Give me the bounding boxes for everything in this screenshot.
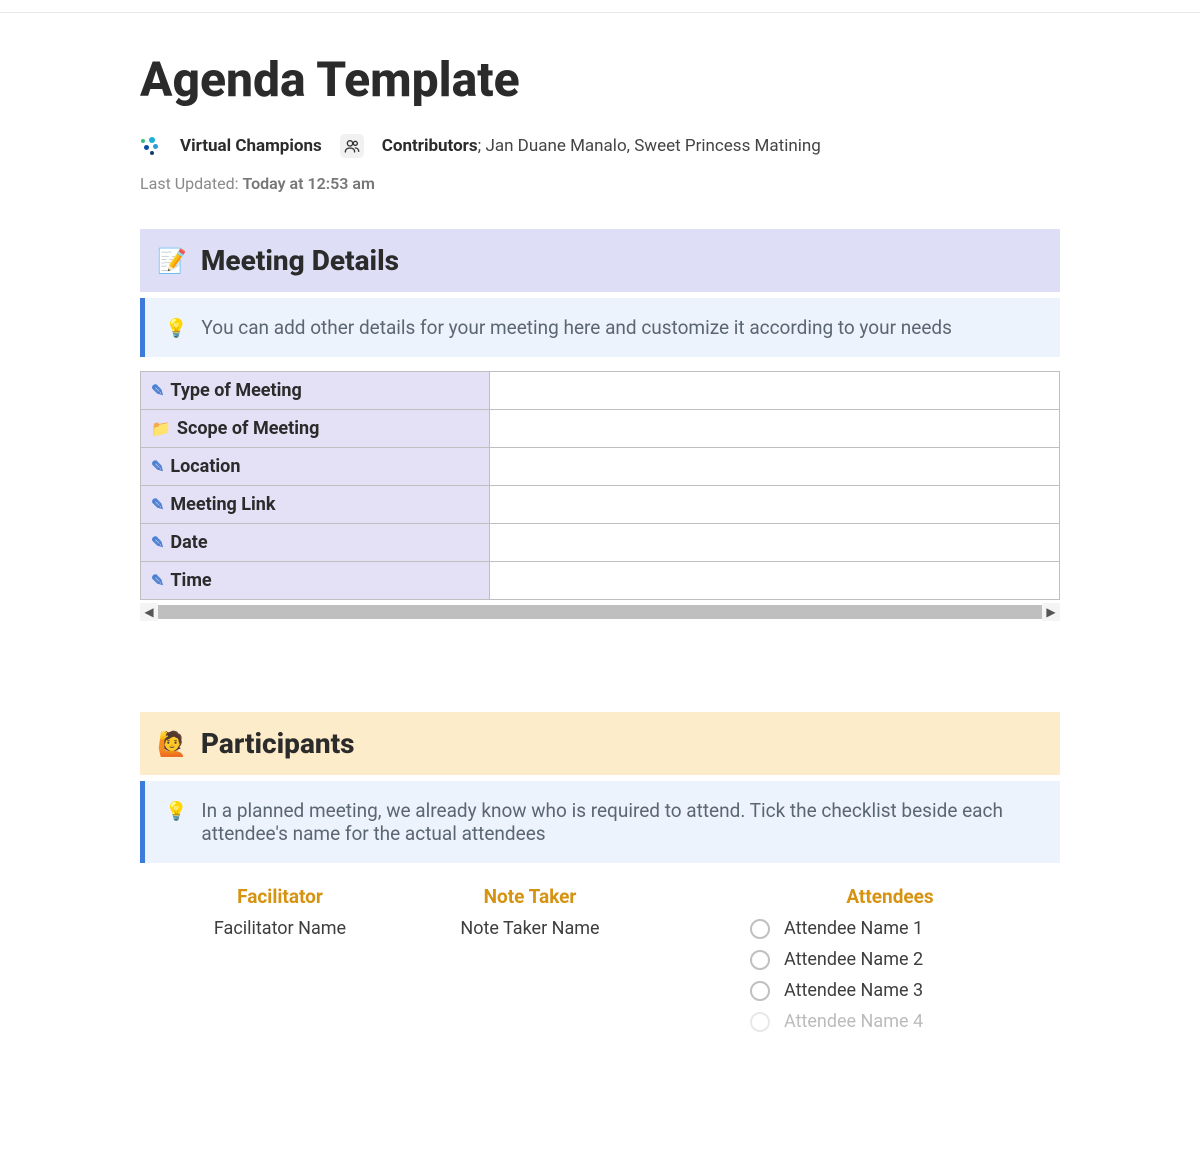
attendee-item: Attendee Name 1 <box>750 918 1030 939</box>
table-row: ✎Date <box>141 524 1060 562</box>
row-meeting-link-value[interactable] <box>490 486 1060 524</box>
lightbulb-icon: 💡 <box>165 801 187 822</box>
pencil-icon: ✎ <box>151 457 164 476</box>
pencil-icon: ✎ <box>151 381 164 400</box>
facilitator-label: Facilitator <box>170 885 390 908</box>
meeting-details-header: 📝 Meeting Details <box>140 229 1060 292</box>
attendee-name[interactable]: Attendee Name 1 <box>784 918 923 939</box>
attendee-list: Attendee Name 1 Attendee Name 2 Attendee… <box>750 918 1030 1032</box>
meeting-details-callout-text: You can add other details for your meeti… <box>201 316 952 339</box>
attendees-column: Attendees Attendee Name 1 Attendee Name … <box>670 885 1030 1032</box>
page-title: Agenda Template <box>140 51 1060 108</box>
last-updated-label: Last Updated: <box>140 174 238 193</box>
contributors-icon <box>340 134 364 158</box>
row-time-value[interactable] <box>490 562 1060 600</box>
raising-hand-icon: 🙋 <box>157 730 187 758</box>
notepad-icon: 📝 <box>157 247 187 275</box>
lightbulb-icon: 💡 <box>165 318 187 339</box>
row-time-label[interactable]: ✎Time <box>141 562 490 600</box>
attendee-name[interactable]: Attendee Name 2 <box>784 949 923 970</box>
row-date-value[interactable] <box>490 524 1060 562</box>
bottom-cutoff <box>140 1032 1060 1040</box>
meeting-details-callout[interactable]: 💡 You can add other details for your mee… <box>140 298 1060 357</box>
table-row: ✎Meeting Link <box>141 486 1060 524</box>
notetaker-label: Note Taker <box>420 885 640 908</box>
page-container: Agenda Template Virtual Champions Contri… <box>120 51 1080 1040</box>
table-row: ✎Time <box>141 562 1060 600</box>
attendees-label: Attendees <box>750 885 1030 908</box>
attendee-checkbox[interactable] <box>750 981 770 1001</box>
table-row: ✎Location <box>141 448 1060 486</box>
attendee-item: Attendee Name 2 <box>750 949 1030 970</box>
team-logo-icon <box>140 135 162 157</box>
participants-callout[interactable]: 💡 In a planned meeting, we already know … <box>140 781 1060 863</box>
meeting-details-table: ✎Type of Meeting 📁Scope of Meeting ✎Loca… <box>140 371 1060 600</box>
participants-header: 🙋 Participants <box>140 712 1060 775</box>
attendee-item: Attendee Name 3 <box>750 980 1030 1001</box>
table-row: 📁Scope of Meeting <box>141 410 1060 448</box>
attendee-name[interactable]: Attendee Name 4 <box>784 1011 923 1032</box>
participants-callout-text: In a planned meeting, we already know wh… <box>201 799 1040 845</box>
attendee-checkbox[interactable] <box>750 950 770 970</box>
row-meeting-link-label[interactable]: ✎Meeting Link <box>141 486 490 524</box>
team-name[interactable]: Virtual Champions <box>180 136 322 156</box>
row-type-of-meeting-value[interactable] <box>490 372 1060 410</box>
top-divider <box>0 12 1200 13</box>
attendee-name[interactable]: Attendee Name 3 <box>784 980 923 1001</box>
scroll-thumb[interactable] <box>158 605 1042 619</box>
attendee-checkbox[interactable] <box>750 919 770 939</box>
row-date-label[interactable]: ✎Date <box>141 524 490 562</box>
pencil-icon: ✎ <box>151 495 164 514</box>
row-scope-of-meeting-value[interactable] <box>490 410 1060 448</box>
folder-icon: 📁 <box>151 419 171 438</box>
scroll-right-icon[interactable]: ▶ <box>1042 603 1060 621</box>
section-gap <box>140 622 1060 712</box>
last-updated: Last Updated: Today at 12:53 am <box>140 174 1060 193</box>
facilitator-column: Facilitator Facilitator Name <box>170 885 390 1032</box>
table-row: ✎Type of Meeting <box>141 372 1060 410</box>
notetaker-column: Note Taker Note Taker Name <box>420 885 640 1032</box>
horizontal-scrollbar[interactable]: ◀ ▶ <box>140 602 1060 622</box>
contributors-name-list: Jan Duane Manalo, Sweet Princess Matinin… <box>485 136 820 156</box>
contributors-block[interactable]: Contributors; Jan Duane Manalo, Sweet Pr… <box>382 136 821 156</box>
last-updated-value: Today at 12:53 am <box>242 174 374 193</box>
scroll-left-icon[interactable]: ◀ <box>140 603 158 621</box>
notetaker-name[interactable]: Note Taker Name <box>420 918 640 939</box>
participants-grid: Facilitator Facilitator Name Note Taker … <box>140 885 1060 1032</box>
contributors-label: Contributors <box>382 136 478 156</box>
row-location-value[interactable] <box>490 448 1060 486</box>
facilitator-name[interactable]: Facilitator Name <box>170 918 390 939</box>
row-scope-of-meeting-label[interactable]: 📁Scope of Meeting <box>141 410 490 448</box>
attendee-item: Attendee Name 4 <box>750 1011 1030 1032</box>
row-location-label[interactable]: ✎Location <box>141 448 490 486</box>
meta-row: Virtual Champions Contributors; Jan Duan… <box>140 134 1060 158</box>
attendee-checkbox[interactable] <box>750 1012 770 1032</box>
meeting-details-heading: Meeting Details <box>201 244 399 277</box>
pencil-icon: ✎ <box>151 533 164 552</box>
pencil-icon: ✎ <box>151 571 164 590</box>
row-type-of-meeting-label[interactable]: ✎Type of Meeting <box>141 372 490 410</box>
participants-heading: Participants <box>201 727 355 760</box>
